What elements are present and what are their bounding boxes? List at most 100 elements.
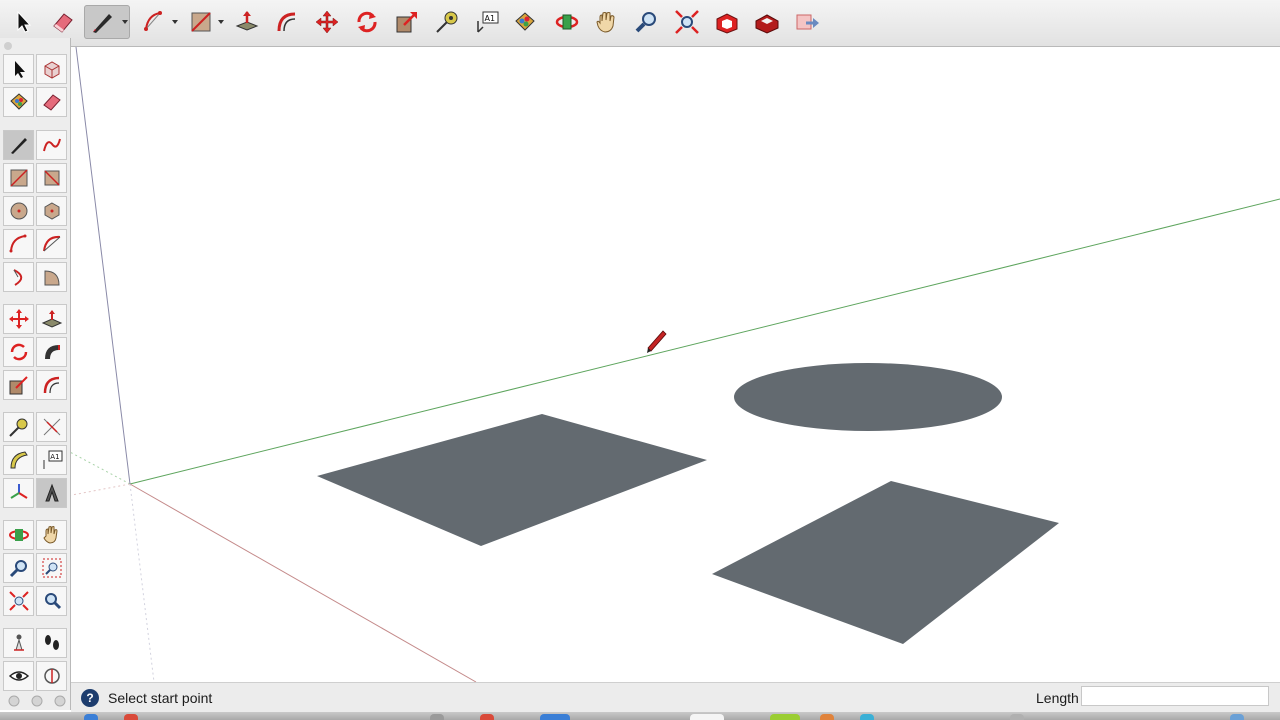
dock-app-icon[interactable] bbox=[84, 714, 98, 720]
palette-make-component-button[interactable] bbox=[36, 54, 67, 84]
paint-bucket-tool-button[interactable] bbox=[508, 5, 542, 39]
component-icon bbox=[44, 61, 59, 79]
palette-footer-icons bbox=[8, 695, 66, 707]
pan-tool-button[interactable] bbox=[590, 5, 624, 39]
palette-look-around-button[interactable] bbox=[3, 661, 34, 691]
dock-app-icon[interactable] bbox=[430, 714, 444, 720]
palette-offset-button[interactable] bbox=[36, 370, 67, 400]
offset-tool-button[interactable] bbox=[270, 5, 304, 39]
help-icon[interactable]: ? bbox=[81, 689, 99, 707]
push-pull-tool-button[interactable] bbox=[230, 5, 264, 39]
arc-tool-button[interactable] bbox=[138, 5, 180, 39]
palette-eraser-button[interactable] bbox=[36, 87, 67, 117]
palette-scale-button[interactable] bbox=[3, 370, 34, 400]
palette-zoom-window-button[interactable] bbox=[36, 553, 67, 583]
palette-zoom-button[interactable] bbox=[3, 553, 34, 583]
two-point-arc-icon bbox=[42, 235, 60, 252]
dock-app-icon[interactable] bbox=[540, 714, 570, 720]
3d-warehouse-button[interactable] bbox=[710, 5, 744, 39]
three-point-arc-icon bbox=[13, 269, 22, 286]
scale-icon bbox=[9, 376, 28, 395]
dock-app-icon[interactable] bbox=[770, 714, 800, 720]
palette-push-pull-button[interactable] bbox=[36, 304, 67, 334]
measurements-label: Length bbox=[1036, 690, 1079, 706]
status-bar: ? Select start point Length bbox=[71, 682, 1280, 713]
shape-tool-button[interactable] bbox=[184, 5, 226, 39]
follow-me-icon bbox=[44, 345, 60, 359]
palette-select-button[interactable] bbox=[3, 54, 34, 84]
palette-rotate-button[interactable] bbox=[3, 337, 34, 367]
chevron-down-icon bbox=[172, 20, 178, 24]
status-message: Select start point bbox=[108, 690, 213, 706]
palette-section-plane-button[interactable] bbox=[36, 661, 67, 691]
circle-face[interactable] bbox=[734, 363, 1002, 431]
paint-bucket-icon bbox=[515, 12, 535, 31]
eraser-tool-button[interactable] bbox=[46, 5, 80, 39]
palette-paint-bucket-button[interactable] bbox=[3, 87, 34, 117]
palette-previous-view-button[interactable] bbox=[36, 586, 67, 616]
offset-icon bbox=[277, 12, 296, 32]
palette-axes-button[interactable] bbox=[3, 478, 34, 508]
rectangle-face-left[interactable] bbox=[317, 414, 707, 546]
zoom-extents-icon bbox=[8, 591, 29, 611]
dock-app-icon[interactable] bbox=[124, 714, 138, 720]
palette-line-button[interactable] bbox=[3, 130, 34, 160]
line-tool-button[interactable] bbox=[84, 5, 130, 39]
palette-3d-text-button[interactable] bbox=[36, 478, 67, 508]
palette-protractor-button[interactable] bbox=[3, 445, 34, 475]
palette-close-dot[interactable] bbox=[4, 42, 12, 50]
red-axis-negative bbox=[50, 483, 131, 500]
extension-warehouse-button[interactable] bbox=[750, 5, 784, 39]
scale-tool-button[interactable] bbox=[390, 5, 424, 39]
palette-three-point-arc-button[interactable] bbox=[3, 262, 34, 292]
magnifier-icon bbox=[635, 12, 656, 33]
zoom-tool-button[interactable] bbox=[630, 5, 664, 39]
arrow-cursor-icon bbox=[17, 10, 32, 33]
palette-pan-button[interactable] bbox=[36, 520, 67, 550]
palette-circle-button[interactable] bbox=[3, 196, 34, 226]
palette-arc-button[interactable] bbox=[3, 229, 34, 259]
palette-two-point-arc-button[interactable] bbox=[36, 229, 67, 259]
palette-follow-me-button[interactable] bbox=[36, 337, 67, 367]
palette-zoom-extents-button[interactable] bbox=[3, 586, 34, 616]
dock-app-icon[interactable] bbox=[820, 714, 834, 720]
measurements-input[interactable] bbox=[1081, 686, 1269, 706]
palette-pie-button[interactable] bbox=[36, 262, 67, 292]
palette-move-button[interactable] bbox=[3, 304, 34, 334]
rotate-tool-button[interactable] bbox=[350, 5, 384, 39]
palette-position-camera-button[interactable] bbox=[3, 628, 34, 658]
axes-icon bbox=[9, 484, 28, 499]
palette-walk-button[interactable] bbox=[36, 628, 67, 658]
palette-polygon-button[interactable] bbox=[36, 196, 67, 226]
rectangle-face-right[interactable] bbox=[712, 481, 1059, 644]
zoom-extents-tool-button[interactable] bbox=[670, 5, 704, 39]
dock-app-icon[interactable] bbox=[1010, 714, 1024, 720]
orbit-tool-button[interactable] bbox=[550, 5, 584, 39]
palette-orbit-button[interactable] bbox=[3, 520, 34, 550]
palette-text-button[interactable]: A1 bbox=[36, 445, 67, 475]
select-tool-button[interactable] bbox=[6, 5, 40, 39]
text-tool-button[interactable]: A1 bbox=[470, 5, 504, 39]
dock-app-icon[interactable] bbox=[690, 714, 724, 720]
dock-app-icon[interactable] bbox=[1230, 714, 1244, 720]
tape-measure-tool-button[interactable] bbox=[430, 5, 464, 39]
svg-text:A1: A1 bbox=[50, 453, 59, 461]
move-icon bbox=[8, 309, 29, 329]
palette-tape-measure-button[interactable] bbox=[3, 412, 34, 442]
dock-app-icon[interactable] bbox=[860, 714, 874, 720]
palette-freehand-button[interactable] bbox=[36, 130, 67, 160]
eraser-icon bbox=[53, 13, 73, 33]
drawing-area[interactable] bbox=[50, 46, 1280, 683]
3d-scene[interactable] bbox=[50, 46, 1280, 683]
circle-icon bbox=[10, 202, 27, 220]
arc-icon bbox=[144, 11, 162, 31]
dock-app-icon[interactable] bbox=[480, 714, 494, 720]
push-pull-icon bbox=[235, 11, 259, 31]
tool-palette: A1 bbox=[0, 38, 71, 710]
palette-rectangle-button[interactable] bbox=[3, 163, 34, 193]
palette-rotated-rectangle-button[interactable] bbox=[36, 163, 67, 193]
share-model-button[interactable] bbox=[790, 5, 824, 39]
palette-dimension-button[interactable] bbox=[36, 412, 67, 442]
rotate-icon bbox=[357, 11, 377, 33]
move-tool-button[interactable] bbox=[310, 5, 344, 39]
